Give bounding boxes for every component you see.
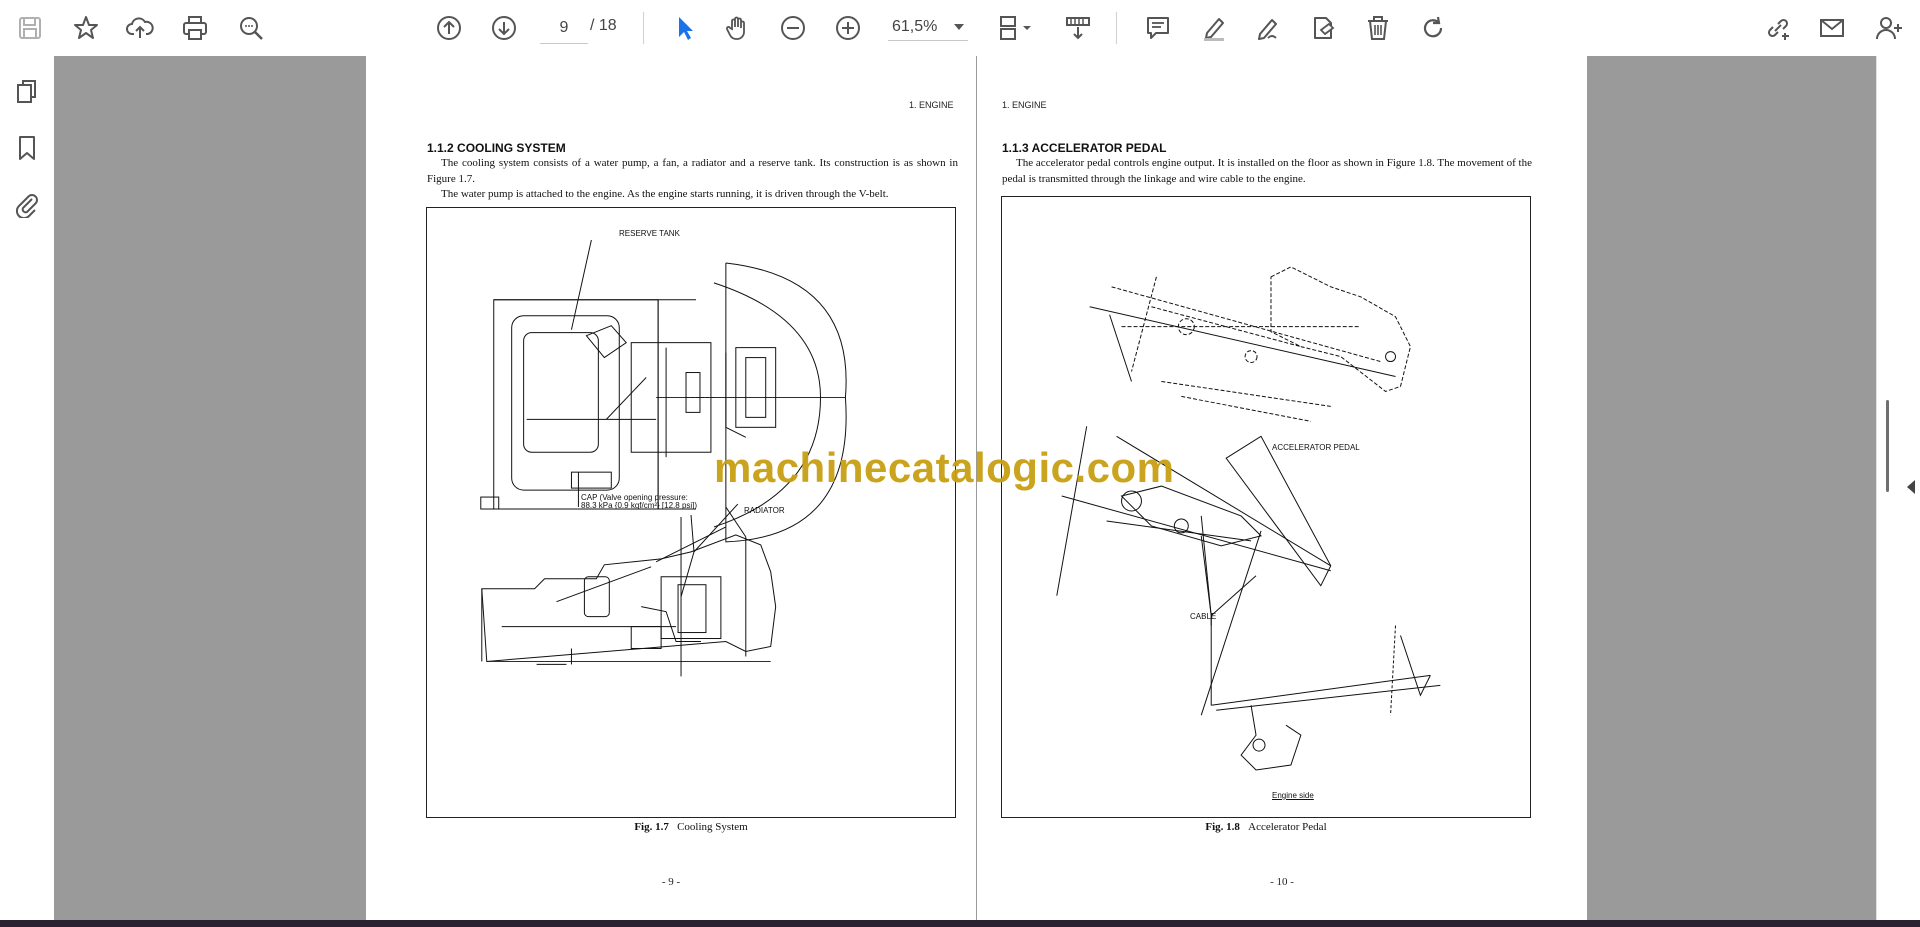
bottom-edge [0,920,1920,927]
figure-title: Cooling System [677,821,748,833]
page-number: - 10 - [1270,876,1294,888]
save-icon[interactable] [10,8,50,48]
comment-icon[interactable] [1138,8,1178,48]
previous-page-icon[interactable] [429,8,469,48]
paragraph: The cooling system consists of a water p… [427,157,958,185]
zoom-out-icon[interactable] [773,8,813,48]
cooling-system-drawing [480,239,847,677]
figure-number: Fig. 1.8 [1205,821,1240,833]
toolbar-divider [643,12,644,44]
accelerator-pedal-drawing [1056,266,1441,771]
page-header: 1. ENGINE [1002,100,1047,110]
highlight-pen-icon[interactable] [1194,8,1234,48]
attachments-icon[interactable] [9,186,45,222]
page-number: - 9 - [661,876,681,888]
delete-icon[interactable] [1358,8,1398,48]
figure-caption: Fig. 1.8 Accelerator Pedal [1001,821,1531,833]
select-cursor-icon[interactable] [664,8,704,48]
bookmarks-icon[interactable] [9,130,45,166]
scroll-mode-icon[interactable] [1058,8,1098,48]
share-link-icon[interactable] [1758,8,1798,48]
redo-icon[interactable] [1413,8,1453,48]
add-user-icon[interactable] [1868,8,1908,48]
label-radiator: RADIATOR [744,506,785,515]
toolbar-divider [1116,12,1117,44]
label-engine-side: Engine side [1272,791,1314,800]
watermark-text: machinecatalogic.com [714,444,1175,491]
zoom-in-icon[interactable] [828,8,868,48]
page-total-label: / 18 [590,17,617,34]
left-navigation-rail [0,56,70,920]
figure-title: Accelerator Pedal [1248,821,1327,833]
figure-number: Fig. 1.7 [634,821,669,833]
page-number-input[interactable] [540,13,588,44]
zoom-level-value: 61,5% [892,17,938,35]
page-header: 1. ENGINE [909,100,954,110]
label-cap-line2: 88.3 kPa {0.9 kgf/cm²} [12.8 psi]) [581,501,698,510]
figure-caption: Fig. 1.7 Cooling System [426,821,956,833]
figure-cooling-system: RESERVE TANK CAP (Valve opening pressure… [426,207,956,818]
section-title: 1.1.3 ACCELERATOR PEDAL [1002,141,1167,155]
print-icon[interactable] [175,8,215,48]
stamp-tag-icon[interactable] [1303,8,1343,48]
draw-pen-icon[interactable] [1248,8,1288,48]
upload-cloud-icon[interactable] [120,8,160,48]
pages-icon[interactable] [9,74,45,110]
bookmark-star-icon[interactable] [66,8,106,48]
vertical-scrollbar[interactable] [1886,400,1889,492]
page-fit-icon[interactable] [990,8,1040,48]
chevron-down-icon [954,23,964,30]
expand-right-panel-icon[interactable] [1907,480,1915,494]
top-toolbar: / 18 61,5% [0,0,1920,57]
label-cable: CABLE [1190,612,1217,621]
next-page-icon[interactable] [484,8,524,48]
document-viewer[interactable]: 1. ENGINE 1.1.2 COOLING SYSTEM The cooli… [54,56,1876,920]
zoom-search-icon[interactable] [231,8,271,48]
label-reserve-tank: RESERVE TANK [619,229,680,238]
paragraph: The water pump is attached to the engine… [441,188,889,200]
email-icon[interactable] [1812,8,1852,48]
paragraph: The accelerator pedal controls engine ou… [1002,157,1532,185]
section-title: 1.1.2 COOLING SYSTEM [427,141,566,155]
zoom-level-dropdown[interactable]: 61,5% [888,13,968,41]
figure-accelerator-pedal: ACCELERATOR PEDAL CABLE Engine side [1001,196,1531,818]
right-tools-rail [1876,56,1920,920]
label-accelerator-pedal: ACCELERATOR PEDAL [1272,443,1360,452]
hand-pan-icon[interactable] [718,8,758,48]
